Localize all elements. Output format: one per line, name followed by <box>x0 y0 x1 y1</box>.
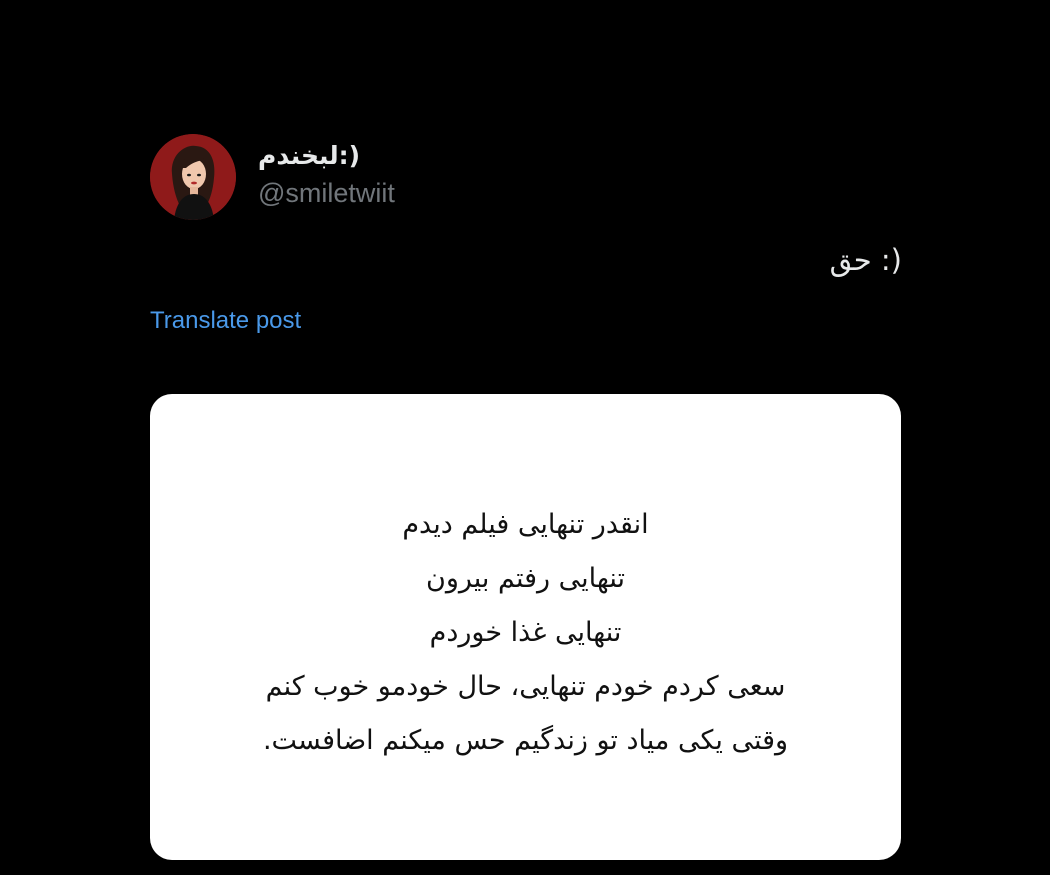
post-text: حق :) <box>829 243 902 277</box>
post-view: لبخندم:) @smiletwiit حق :) Translate pos… <box>0 0 1050 875</box>
author-display-name[interactable]: لبخندم:) <box>258 140 360 172</box>
translate-post-link[interactable]: Translate post <box>150 305 301 337</box>
profile-avatar-icon <box>150 134 236 220</box>
post-media-image[interactable]: انقدر تنهایی فیلم دیدم تنهایی رفتم بیرون… <box>150 394 901 860</box>
media-text-line: سعی کردم خودم تنهایی، حال خودمو خوب کنم <box>265 671 786 702</box>
author-handle[interactable]: @smiletwiit <box>258 176 395 210</box>
media-text-line: انقدر تنهایی فیلم دیدم <box>402 509 649 540</box>
media-text-line: تنهایی غذا خوردم <box>429 617 622 648</box>
media-text-line: تنهایی رفتم بیرون <box>425 563 625 594</box>
media-text-line: وقتی یکی میاد تو زندگیم حس میکنم اضافست. <box>262 725 789 756</box>
avatar[interactable] <box>150 134 236 220</box>
media-text-block: انقدر تنهایی فیلم دیدم تنهایی رفتم بیرون… <box>150 498 901 768</box>
